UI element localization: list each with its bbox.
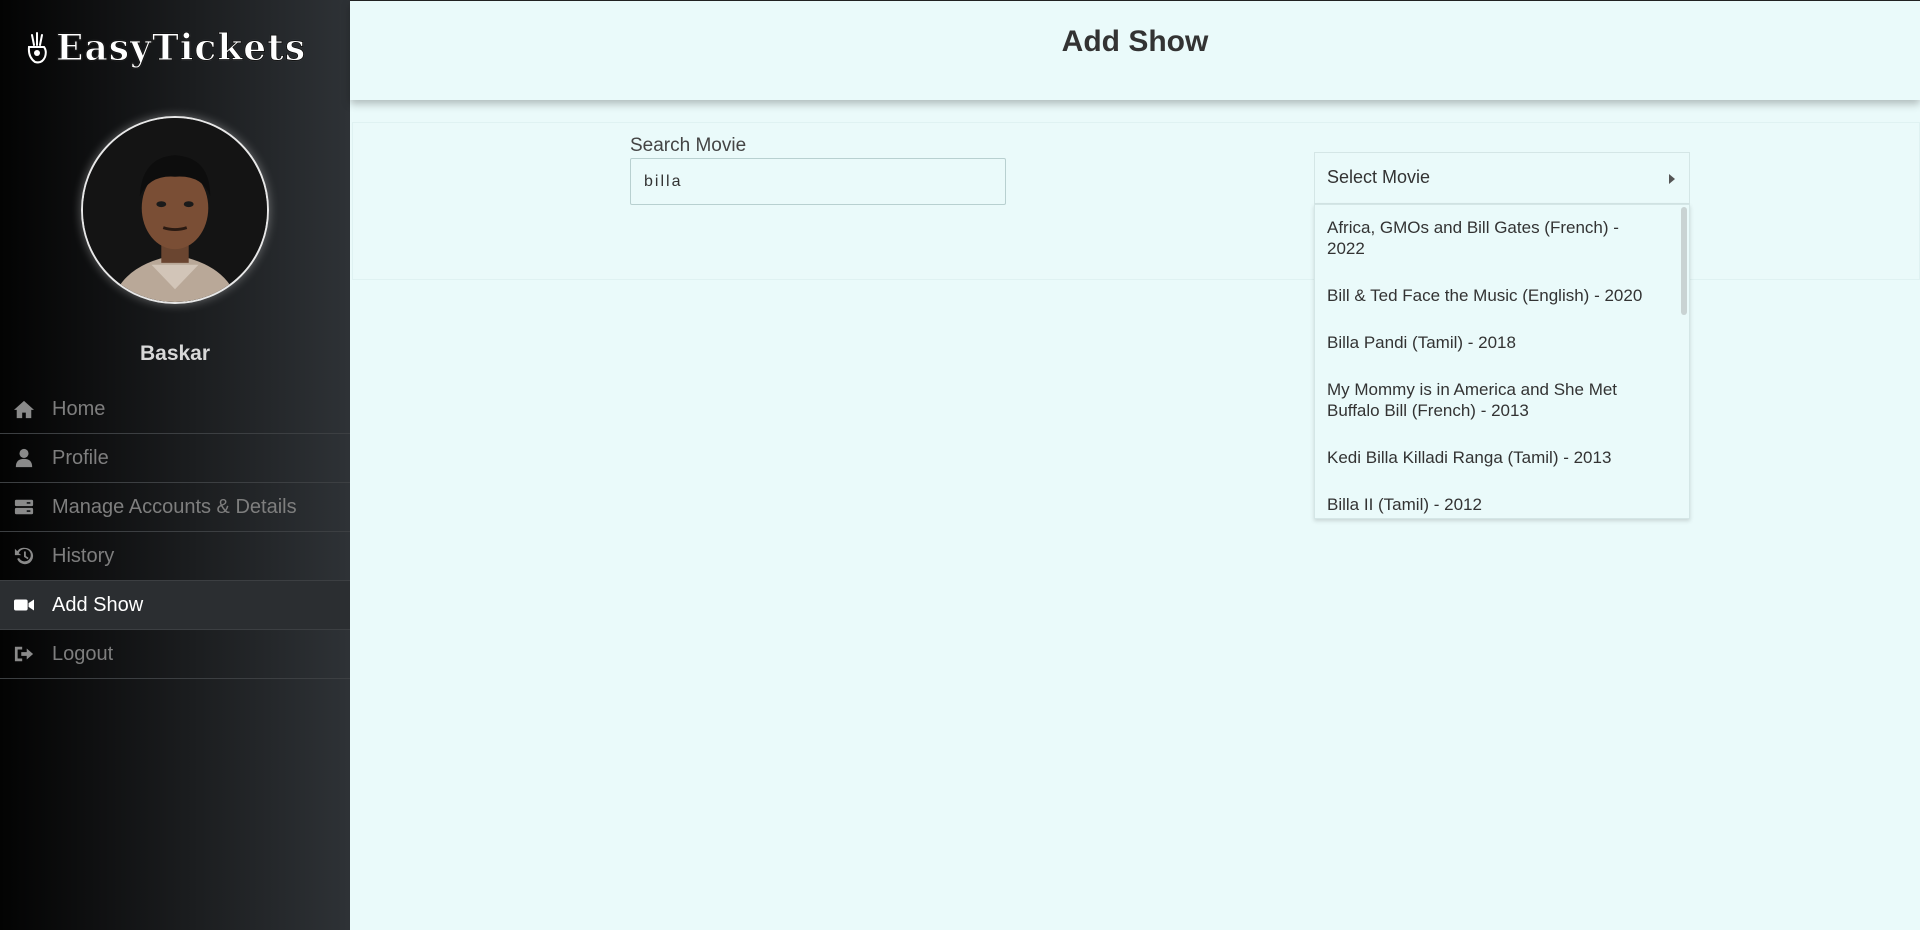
dropdown-scrollbar[interactable] xyxy=(1681,207,1687,315)
sidebar-item-label: History xyxy=(52,544,115,567)
user-icon xyxy=(12,447,36,469)
video-camera-icon xyxy=(12,594,36,616)
movie-options-list[interactable]: Africa, GMOs and Bill Gates (French) - 2… xyxy=(1314,204,1690,519)
sidebar-nav: Home Profile Manage Accounts & Details H… xyxy=(0,385,350,679)
app-title: EasyTickets xyxy=(55,27,307,70)
movie-option[interactable]: My Mommy is in America and She Met Buffa… xyxy=(1315,366,1689,434)
page-header: Add Show xyxy=(350,0,1920,100)
page-title: Add Show xyxy=(1061,25,1209,58)
profile-photo xyxy=(83,118,267,302)
user-name: Baskar xyxy=(139,342,211,365)
ticket-hand-icon xyxy=(27,32,47,64)
movie-option[interactable]: Billa Pandi (Tamil) - 2018 xyxy=(1315,319,1689,366)
sidebar-item-profile[interactable]: Profile xyxy=(0,434,350,483)
history-icon xyxy=(12,545,36,567)
sidebar-item-label: Home xyxy=(52,397,106,420)
search-movie-input[interactable] xyxy=(630,158,1006,205)
sidebar-item-label: Add Show xyxy=(52,593,144,616)
app-logo[interactable]: EasyTickets xyxy=(24,26,306,70)
sidebar-item-logout[interactable]: Logout xyxy=(0,630,350,679)
caret-right-icon xyxy=(1669,174,1675,184)
select-movie-label: Select Movie xyxy=(1327,167,1431,187)
sidebar-item-manage-accounts[interactable]: Manage Accounts & Details xyxy=(0,483,350,532)
movie-option[interactable]: Africa, GMOs and Bill Gates (French) - 2… xyxy=(1315,205,1689,272)
search-movie-label: Search Movie xyxy=(630,135,747,156)
sidebar-item-add-show[interactable]: Add Show xyxy=(0,581,350,630)
home-icon xyxy=(12,398,36,420)
sidebar-item-home[interactable]: Home xyxy=(0,385,350,434)
select-movie-dropdown[interactable]: Select Movie xyxy=(1314,152,1690,204)
movie-option[interactable]: Bill & Ted Face the Music (English) - 20… xyxy=(1315,272,1689,319)
sidebar: EasyTickets Baskar Home Profile Manage A… xyxy=(0,0,350,930)
movie-option[interactable]: Kedi Billa Killadi Ranga (Tamil) - 2013 xyxy=(1315,434,1689,481)
movie-option[interactable]: Billa II (Tamil) - 2012 xyxy=(1315,481,1689,518)
sidebar-item-history[interactable]: History xyxy=(0,532,350,581)
avatar xyxy=(81,116,269,304)
sidebar-item-label: Manage Accounts & Details xyxy=(52,495,297,518)
sign-out-icon xyxy=(12,643,36,665)
sidebar-item-label: Profile xyxy=(52,446,109,469)
server-icon xyxy=(12,496,36,518)
sidebar-item-label: Logout xyxy=(52,642,114,665)
